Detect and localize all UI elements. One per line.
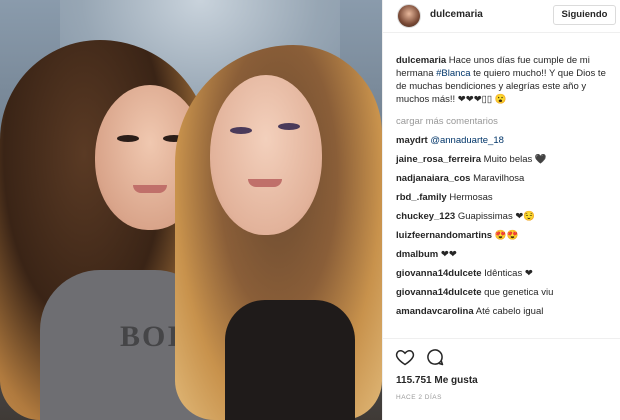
- comment-text: Guapissimas ❤😌: [457, 211, 536, 222]
- post-username[interactable]: dulcemaria: [430, 9, 483, 20]
- post-timestamp[interactable]: HACE 2 DÍAS: [396, 394, 442, 401]
- comment-text: 😍😍: [494, 230, 519, 241]
- comment: nadjanaiara_cos Maravilhosa: [396, 173, 616, 184]
- comment-username[interactable]: nadjanaiara_cos: [396, 173, 470, 184]
- comment: dmalbum ❤❤: [396, 249, 616, 260]
- comment-text: Muito belas 🖤: [483, 154, 547, 165]
- comment-username[interactable]: chuckey_123: [396, 211, 455, 222]
- comment-text: Hermosas: [449, 192, 493, 203]
- comment-icon[interactable]: [425, 347, 445, 367]
- comment-username[interactable]: giovanna14dulcete: [396, 268, 482, 279]
- post-photo[interactable]: BOI: [0, 0, 382, 420]
- comment-text: Idênticas ❤: [484, 268, 533, 279]
- comment: maydrt @annaduarte_18: [396, 135, 616, 146]
- photo-person-right-top: [225, 300, 355, 420]
- comment-mention[interactable]: @annaduarte_18: [430, 135, 504, 146]
- comment-text: Até cabelo igual: [475, 306, 544, 317]
- comment-username[interactable]: amandavcarolina: [396, 306, 474, 317]
- comment: giovanna14dulcete Idênticas ❤: [396, 268, 616, 279]
- photo-eye: [278, 123, 300, 130]
- comment-username[interactable]: luizfeernandomartins: [396, 230, 492, 241]
- caption-username[interactable]: dulcemaria: [396, 55, 446, 66]
- photo-person-right-face: [210, 75, 322, 235]
- comment: luizfeernandomartins 😍😍: [396, 230, 616, 241]
- post-caption: dulcemaria Hace unos días fue cumple de …: [396, 54, 616, 106]
- following-button[interactable]: Siguiendo: [553, 5, 616, 25]
- comment-text: que genetica viu: [484, 287, 554, 298]
- post-header: dulcemaria Siguiendo: [383, 0, 620, 33]
- comment: giovanna14dulcete que genetica viu: [396, 287, 616, 298]
- photo-mouth: [133, 185, 167, 193]
- comments-list: dulcemaria Hace unos días fue cumple de …: [396, 54, 616, 317]
- photo-mouth: [248, 179, 282, 187]
- comment: chuckey_123 Guapissimas ❤😌: [396, 211, 616, 222]
- load-more-comments-link[interactable]: cargar más comentarios: [396, 116, 616, 127]
- comment-username[interactable]: giovanna14dulcete: [396, 287, 482, 298]
- likes-count[interactable]: 115.751 Me gusta: [396, 375, 478, 386]
- caption-hashtag[interactable]: #Blanca: [436, 68, 470, 79]
- avatar[interactable]: [397, 4, 421, 28]
- comment-username[interactable]: maydrt: [396, 135, 428, 146]
- comment-username[interactable]: rbd_.family: [396, 192, 447, 203]
- post-actions: 115.751 Me gusta HACE 2 DÍAS: [383, 338, 620, 420]
- photo-shirt-print: BOI: [120, 320, 182, 353]
- photo-eye: [230, 127, 252, 134]
- comment-text: ❤❤: [440, 249, 457, 260]
- photo-eye: [117, 135, 139, 142]
- comment: jaine_rosa_ferreira Muito belas 🖤: [396, 154, 616, 165]
- heart-icon[interactable]: [395, 347, 415, 367]
- comment-text: Maravilhosa: [473, 173, 525, 184]
- comment-username[interactable]: dmalbum: [396, 249, 438, 260]
- comment: amandavcarolina Até cabelo igual: [396, 306, 616, 317]
- comment: rbd_.family Hermosas: [396, 192, 616, 203]
- comment-username[interactable]: jaine_rosa_ferreira: [396, 154, 481, 165]
